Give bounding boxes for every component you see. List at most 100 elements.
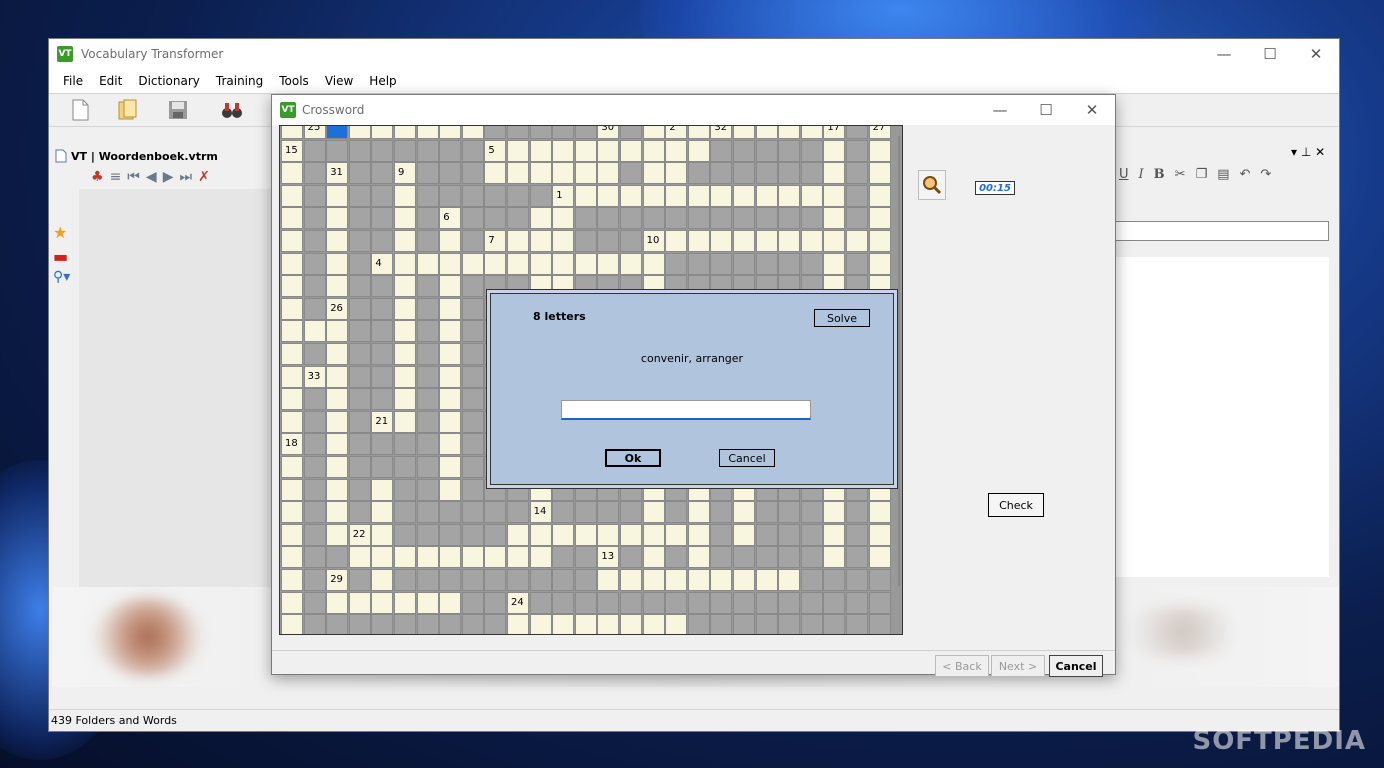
grid-cell[interactable] [281, 343, 303, 365]
grid-cell[interactable] [800, 614, 823, 634]
answer-input[interactable] [561, 400, 811, 420]
grid-cell[interactable] [461, 410, 484, 433]
grid-cell[interactable] [574, 523, 597, 546]
grid-cell[interactable] [439, 523, 462, 546]
grid-cell[interactable] [778, 139, 801, 162]
grid-cell[interactable] [371, 614, 394, 634]
grid-cell[interactable] [620, 126, 642, 139]
grid-cell[interactable] [529, 546, 552, 569]
grid-cell[interactable] [371, 320, 394, 343]
grid-cell[interactable] [642, 139, 665, 162]
grid-cell[interactable] [710, 139, 733, 162]
grid-cell[interactable] [394, 207, 416, 230]
grid-cell[interactable] [507, 614, 529, 634]
grid-cell[interactable] [552, 252, 575, 275]
grid-cell[interactable] [710, 591, 733, 614]
grid-cell[interactable] [281, 184, 303, 207]
grid-cell[interactable] [620, 614, 642, 634]
grid-cell[interactable] [507, 523, 529, 546]
menu-training[interactable]: Training [208, 74, 271, 88]
grid-cell[interactable] [687, 126, 710, 139]
grid-cell[interactable] [416, 591, 439, 614]
grid-cell[interactable] [281, 501, 303, 524]
grid-cell[interactable] [778, 523, 801, 546]
grid-cell[interactable] [281, 252, 303, 275]
grid-cell[interactable] [416, 388, 439, 411]
grid-cell[interactable] [484, 501, 507, 524]
grid-cell[interactable] [461, 207, 484, 230]
grid-cell[interactable] [800, 126, 823, 139]
grid-cell[interactable] [778, 501, 801, 524]
grid-cell[interactable] [868, 252, 891, 275]
grid-cell[interactable] [394, 523, 416, 546]
grid-cell[interactable] [733, 523, 755, 546]
grid-cell[interactable] [326, 388, 349, 411]
grid-cell[interactable] [394, 139, 416, 162]
copy-icon[interactable]: ❐ [1196, 167, 1208, 182]
grid-cell[interactable] [416, 126, 439, 139]
grid-cell[interactable] [461, 523, 484, 546]
grid-cell[interactable] [326, 523, 349, 546]
grid-cell[interactable] [461, 501, 484, 524]
grid-cell[interactable] [439, 139, 462, 162]
grid-cell[interactable] [371, 569, 394, 591]
grid-cell[interactable] [846, 230, 868, 252]
grid-cell[interactable] [687, 501, 710, 524]
grid-cell[interactable] [416, 343, 439, 365]
grid-cell[interactable] [303, 297, 326, 320]
grid-cell[interactable] [394, 230, 416, 252]
grid-cell[interactable] [461, 230, 484, 252]
grid-cell[interactable] [529, 523, 552, 546]
bold-icon[interactable]: B [1154, 167, 1165, 182]
grid-cell[interactable] [461, 139, 484, 162]
grid-cell[interactable] [552, 569, 575, 591]
new-document-icon[interactable] [69, 99, 91, 121]
grid-cell[interactable] [461, 365, 484, 388]
grid-cell[interactable] [326, 546, 349, 569]
grid-cell[interactable] [439, 614, 462, 634]
previous-record-icon[interactable]: ◀ [146, 169, 157, 185]
grid-cell[interactable] [416, 523, 439, 546]
pane-pin-icon[interactable]: ▾ ⊥ ✕ [1291, 145, 1325, 159]
grid-cell[interactable] [348, 252, 371, 275]
grid-cell[interactable] [800, 523, 823, 546]
grid-cell[interactable] [348, 388, 371, 411]
grid-cell[interactable] [552, 139, 575, 162]
grid-cell[interactable] [326, 456, 349, 478]
grid-cell[interactable] [778, 614, 801, 634]
grid-cell[interactable] [303, 433, 326, 456]
grid-cell[interactable] [507, 252, 529, 275]
grid-cell[interactable] [303, 162, 326, 185]
grid-cell[interactable] [303, 569, 326, 591]
grid-cell[interactable] [755, 591, 778, 614]
grid-cell[interactable] [620, 569, 642, 591]
grid-cell[interactable] [778, 126, 801, 139]
grid-cell[interactable] [597, 591, 620, 614]
grid-cell[interactable] [394, 275, 416, 298]
menu-view[interactable]: View [317, 74, 361, 88]
grid-cell[interactable] [394, 591, 416, 614]
menu-tools[interactable]: Tools [271, 74, 317, 88]
italic-icon[interactable]: I [1139, 167, 1144, 182]
grid-cell[interactable] [326, 614, 349, 634]
grid-cell[interactable] [484, 614, 507, 634]
grid-cell[interactable] [416, 139, 439, 162]
back-button[interactable]: < Back [935, 655, 989, 677]
grid-cell[interactable] [326, 207, 349, 230]
folder-tree[interactable] [79, 189, 275, 625]
remove-icon[interactable]: ▬ [53, 247, 79, 269]
grid-cell[interactable] [461, 297, 484, 320]
grid-cell[interactable] [868, 162, 891, 185]
grid-cell[interactable] [303, 388, 326, 411]
grid-cell[interactable] [665, 523, 688, 546]
grid-cell[interactable] [868, 614, 891, 634]
grid-cell[interactable] [416, 478, 439, 501]
grid-cell[interactable] [778, 207, 801, 230]
grid-cell[interactable] [642, 207, 665, 230]
grid-cell[interactable] [733, 139, 755, 162]
grid-cell[interactable] [439, 591, 462, 614]
grid-cell[interactable] [371, 184, 394, 207]
grid-cell[interactable] [303, 546, 326, 569]
grid-cell[interactable] [823, 614, 846, 634]
grid-cell[interactable] [326, 501, 349, 524]
